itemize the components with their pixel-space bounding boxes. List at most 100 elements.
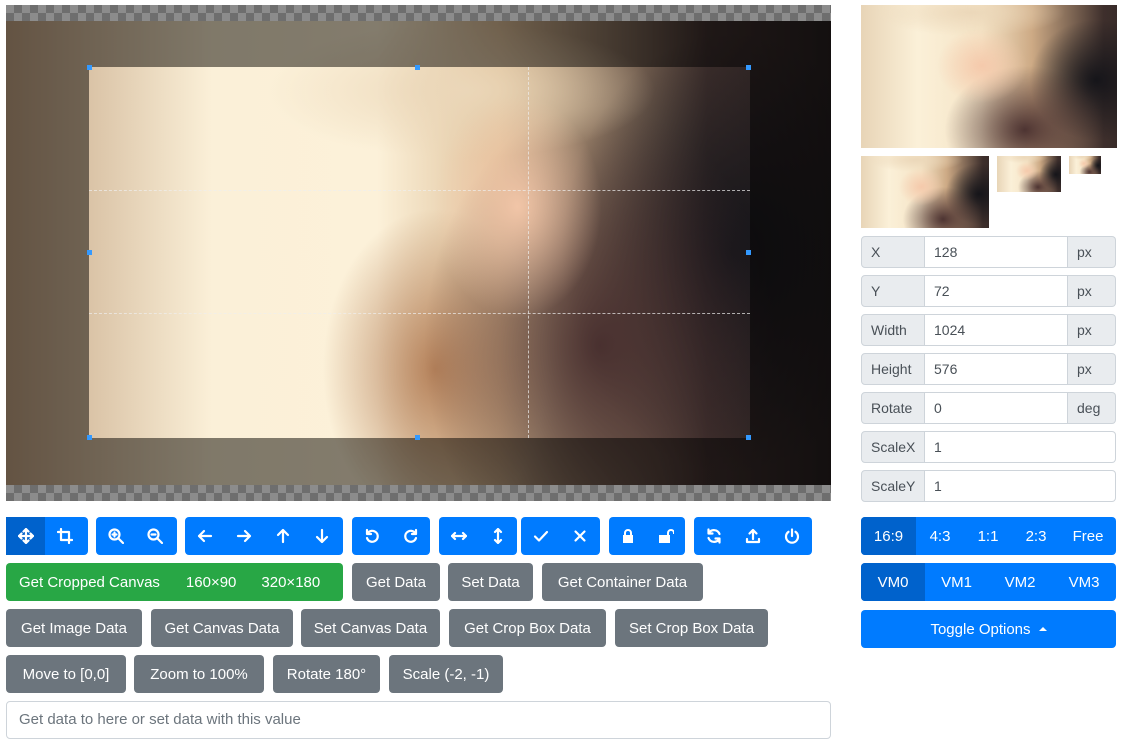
power-off-icon (784, 528, 799, 544)
flip-horizontal-button[interactable] (439, 517, 478, 555)
aspect-ratio-4-3[interactable]: 4:3 (916, 517, 964, 555)
unlock-icon (659, 529, 674, 543)
toggle-options-button[interactable]: Toggle Options (861, 610, 1116, 648)
data-y-unit: px (1068, 275, 1116, 307)
upload-icon (745, 528, 760, 544)
move-up-button[interactable] (263, 517, 302, 555)
zoom-in-button[interactable] (96, 517, 135, 555)
view-mode-0[interactable]: VM0 (861, 563, 925, 601)
rotate-left-button[interactable] (352, 517, 391, 555)
move-to-origin-button[interactable]: Move to [0,0] (6, 655, 126, 693)
crop-handle-ne[interactable] (746, 65, 751, 70)
crop-handle-sw[interactable] (87, 435, 92, 440)
refresh-icon (706, 528, 721, 544)
zoom-in-icon (107, 528, 124, 544)
crop-guide-horizontal (89, 313, 750, 314)
get-crop-box-data-button[interactable]: Get Crop Box Data (449, 609, 606, 647)
move-mode-button[interactable] (6, 517, 45, 555)
crop-box[interactable] (89, 67, 750, 438)
data-y-field: Y 72 px (861, 275, 1116, 307)
set-canvas-data-button[interactable]: Set Canvas Data (301, 609, 440, 647)
upload-image-button[interactable] (733, 517, 772, 555)
crop-mode-button[interactable] (45, 517, 84, 555)
enable-button[interactable] (647, 517, 685, 555)
data-x-field: X 128 px (861, 236, 1116, 268)
aspect-ratio-1-1[interactable]: 1:1 (964, 517, 1012, 555)
mode-button-group (6, 517, 88, 555)
size-320x180-option[interactable]: 320×180 (261, 574, 320, 591)
crop-handle-e[interactable] (746, 250, 751, 255)
arrow-up-icon (276, 528, 289, 544)
data-x-input[interactable]: 128 (925, 236, 1068, 268)
caret-up-icon (1038, 627, 1047, 631)
view-mode-2[interactable]: VM2 (988, 563, 1052, 601)
aspect-ratio-free[interactable]: Free (1060, 517, 1116, 555)
zoom-out-button[interactable] (135, 517, 174, 555)
crop-handle-se[interactable] (746, 435, 751, 440)
move-down-button[interactable] (302, 517, 341, 555)
get-cropped-canvas-label: Get Cropped Canvas (19, 573, 160, 591)
data-textarea[interactable] (6, 701, 831, 739)
move-left-button[interactable] (185, 517, 224, 555)
data-y-label: Y (861, 275, 925, 307)
get-cropped-canvas-button[interactable]: Get Cropped Canvas 160×90 320×180 (6, 563, 343, 601)
data-scale-x-input[interactable]: 1 (925, 431, 1116, 463)
crop-action-button-group (521, 517, 600, 555)
data-width-field: Width 1024 px (861, 314, 1116, 346)
data-height-input[interactable]: 576 (925, 353, 1068, 385)
preview-small (997, 156, 1061, 192)
size-160x90-option[interactable]: 160×90 (186, 574, 236, 591)
rotate-right-button[interactable] (391, 517, 430, 555)
flip-vertical-button[interactable] (478, 517, 517, 555)
get-container-data-button[interactable]: Get Container Data (542, 563, 703, 601)
move-icon (17, 528, 34, 544)
aspect-ratio-16-9[interactable]: 16:9 (861, 517, 916, 555)
get-canvas-data-button[interactable]: Get Canvas Data (151, 609, 293, 647)
crop-guide-horizontal (89, 190, 750, 191)
data-x-label: X (861, 236, 925, 268)
data-width-unit: px (1068, 314, 1116, 346)
get-data-button[interactable]: Get Data (352, 563, 440, 601)
crop-handle-w[interactable] (87, 250, 92, 255)
misc-button-group (694, 517, 812, 555)
set-data-button[interactable]: Set Data (448, 563, 533, 601)
crop-guide-vertical (528, 67, 529, 438)
data-width-label: Width (861, 314, 925, 346)
data-rotate-unit: deg (1068, 392, 1116, 424)
flip-vertical-icon (493, 528, 502, 544)
clear-button[interactable] (560, 517, 599, 555)
crop-icon (56, 528, 73, 544)
cropper-container[interactable] (6, 5, 831, 501)
get-image-data-button[interactable]: Get Image Data (6, 609, 142, 647)
crop-button[interactable] (521, 517, 560, 555)
set-crop-box-data-button[interactable]: Set Crop Box Data (615, 609, 768, 647)
rotate-180-button[interactable]: Rotate 180° (273, 655, 380, 693)
arrow-left-icon (197, 529, 212, 543)
crop-handle-nw[interactable] (87, 65, 92, 70)
lock-button-group (609, 517, 685, 555)
aspect-ratio-2-3[interactable]: 2:3 (1012, 517, 1060, 555)
data-height-unit: px (1068, 353, 1116, 385)
rotate-button-group (352, 517, 430, 555)
preview-medium (861, 156, 989, 228)
move-right-button[interactable] (224, 517, 263, 555)
crop-handle-s[interactable] (415, 435, 420, 440)
disable-button[interactable] (609, 517, 647, 555)
preview-large (861, 5, 1117, 148)
data-width-input[interactable]: 1024 (925, 314, 1068, 346)
destroy-button[interactable] (772, 517, 811, 555)
data-scale-x-field: ScaleX 1 (861, 431, 1116, 463)
crop-handle-n[interactable] (415, 65, 420, 70)
zoom-button-group (96, 517, 177, 555)
data-rotate-input[interactable]: 0 (925, 392, 1068, 424)
reset-button[interactable] (694, 517, 733, 555)
view-mode-1[interactable]: VM1 (925, 563, 988, 601)
scale-button[interactable]: Scale (-2, -1) (389, 655, 503, 693)
arrow-right-icon (236, 529, 251, 543)
rotate-left-icon (365, 528, 379, 543)
zoom-to-100-button[interactable]: Zoom to 100% (134, 655, 264, 693)
data-scale-y-input[interactable]: 1 (925, 470, 1116, 502)
move-button-group (185, 517, 343, 555)
view-mode-3[interactable]: VM3 (1052, 563, 1116, 601)
data-y-input[interactable]: 72 (925, 275, 1068, 307)
